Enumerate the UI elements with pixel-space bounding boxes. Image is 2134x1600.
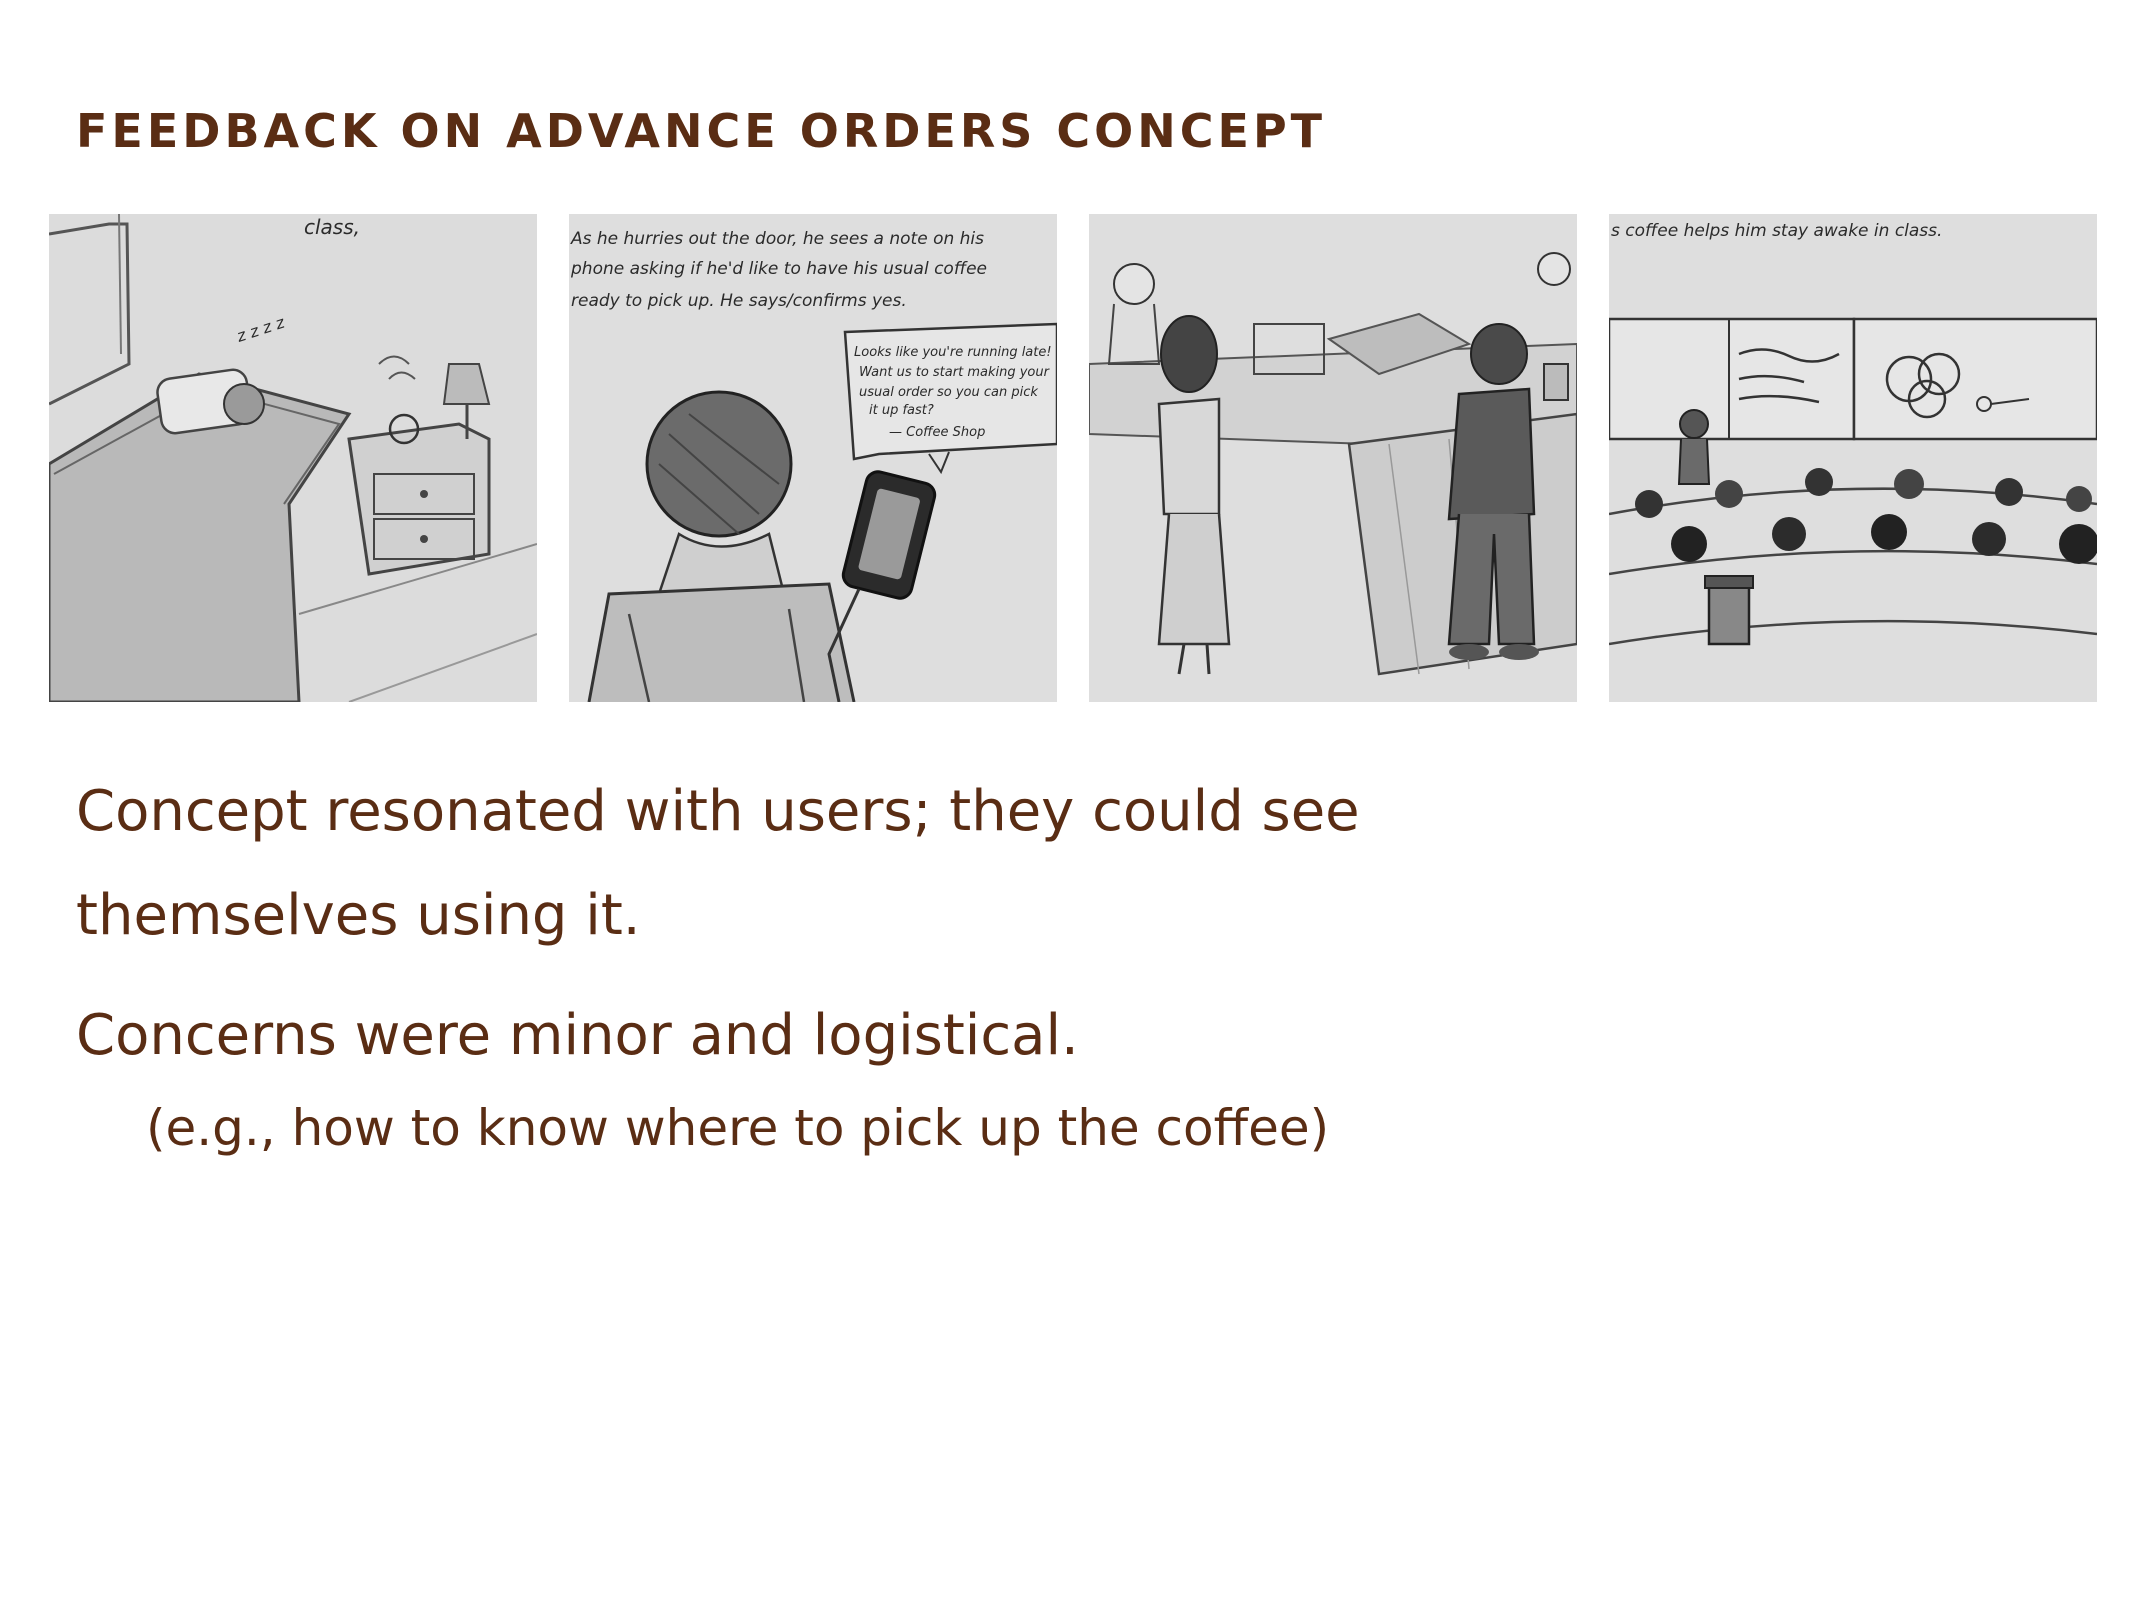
storyboard-panel-coffee-shop — [1089, 214, 1577, 702]
bullet-concept-resonated: Concept resonated with users; they could… — [76, 760, 1476, 968]
sketch-sleeping: class, z z z z — [49, 214, 537, 702]
bubble-line-1: Looks like you're running late! — [854, 345, 1052, 360]
bullet-list: Concept resonated with users; they could… — [76, 760, 1476, 1168]
bubble-line-2: Want us to start making your — [859, 365, 1051, 380]
bullet-concerns: Concerns were minor and logistical. — [76, 1003, 1079, 1068]
storyboard: class, z z z z As he hurries out the doo… — [49, 214, 2097, 702]
panel-1-caption: class, — [304, 215, 360, 239]
panel-2-caption-line-1: As he hurries out the door, he sees a no… — [570, 229, 984, 249]
bubble-line-3: usual order so you can pick — [859, 385, 1038, 400]
sub-bullet-example: (e.g., how to know where to pick up the … — [146, 1099, 1330, 1157]
sketch-phone-note: As he hurries out the door, he sees a no… — [569, 214, 1057, 702]
panel-2-caption-line-3: ready to pick up. He says/confirms yes. — [571, 291, 907, 311]
bullet-1-line-2: themselves using it. — [76, 883, 641, 948]
slide-title: FEEDBACK ON ADVANCE ORDERS CONCEPT — [76, 104, 1327, 158]
bullet-1-line-1: Concept resonated with users; they could… — [76, 779, 1360, 844]
storyboard-panel-phone-note: As he hurries out the door, he sees a no… — [569, 214, 1057, 702]
storyboard-panel-sleeping: class, z z z z — [49, 214, 537, 702]
storyboard-panel-classroom: s coffee helps him stay awake in class. — [1609, 214, 2097, 702]
bubble-line-5: — Coffee Shop — [889, 425, 985, 440]
sketch-coffee-shop — [1089, 214, 1577, 702]
bubble-line-4: it up fast? — [869, 403, 934, 418]
panel-2-caption-line-2: phone asking if he'd like to have his us… — [570, 259, 987, 279]
panel-4-caption: s coffee helps him stay awake in class. — [1611, 221, 1942, 241]
sketch-classroom: s coffee helps him stay awake in class. — [1609, 214, 2097, 702]
